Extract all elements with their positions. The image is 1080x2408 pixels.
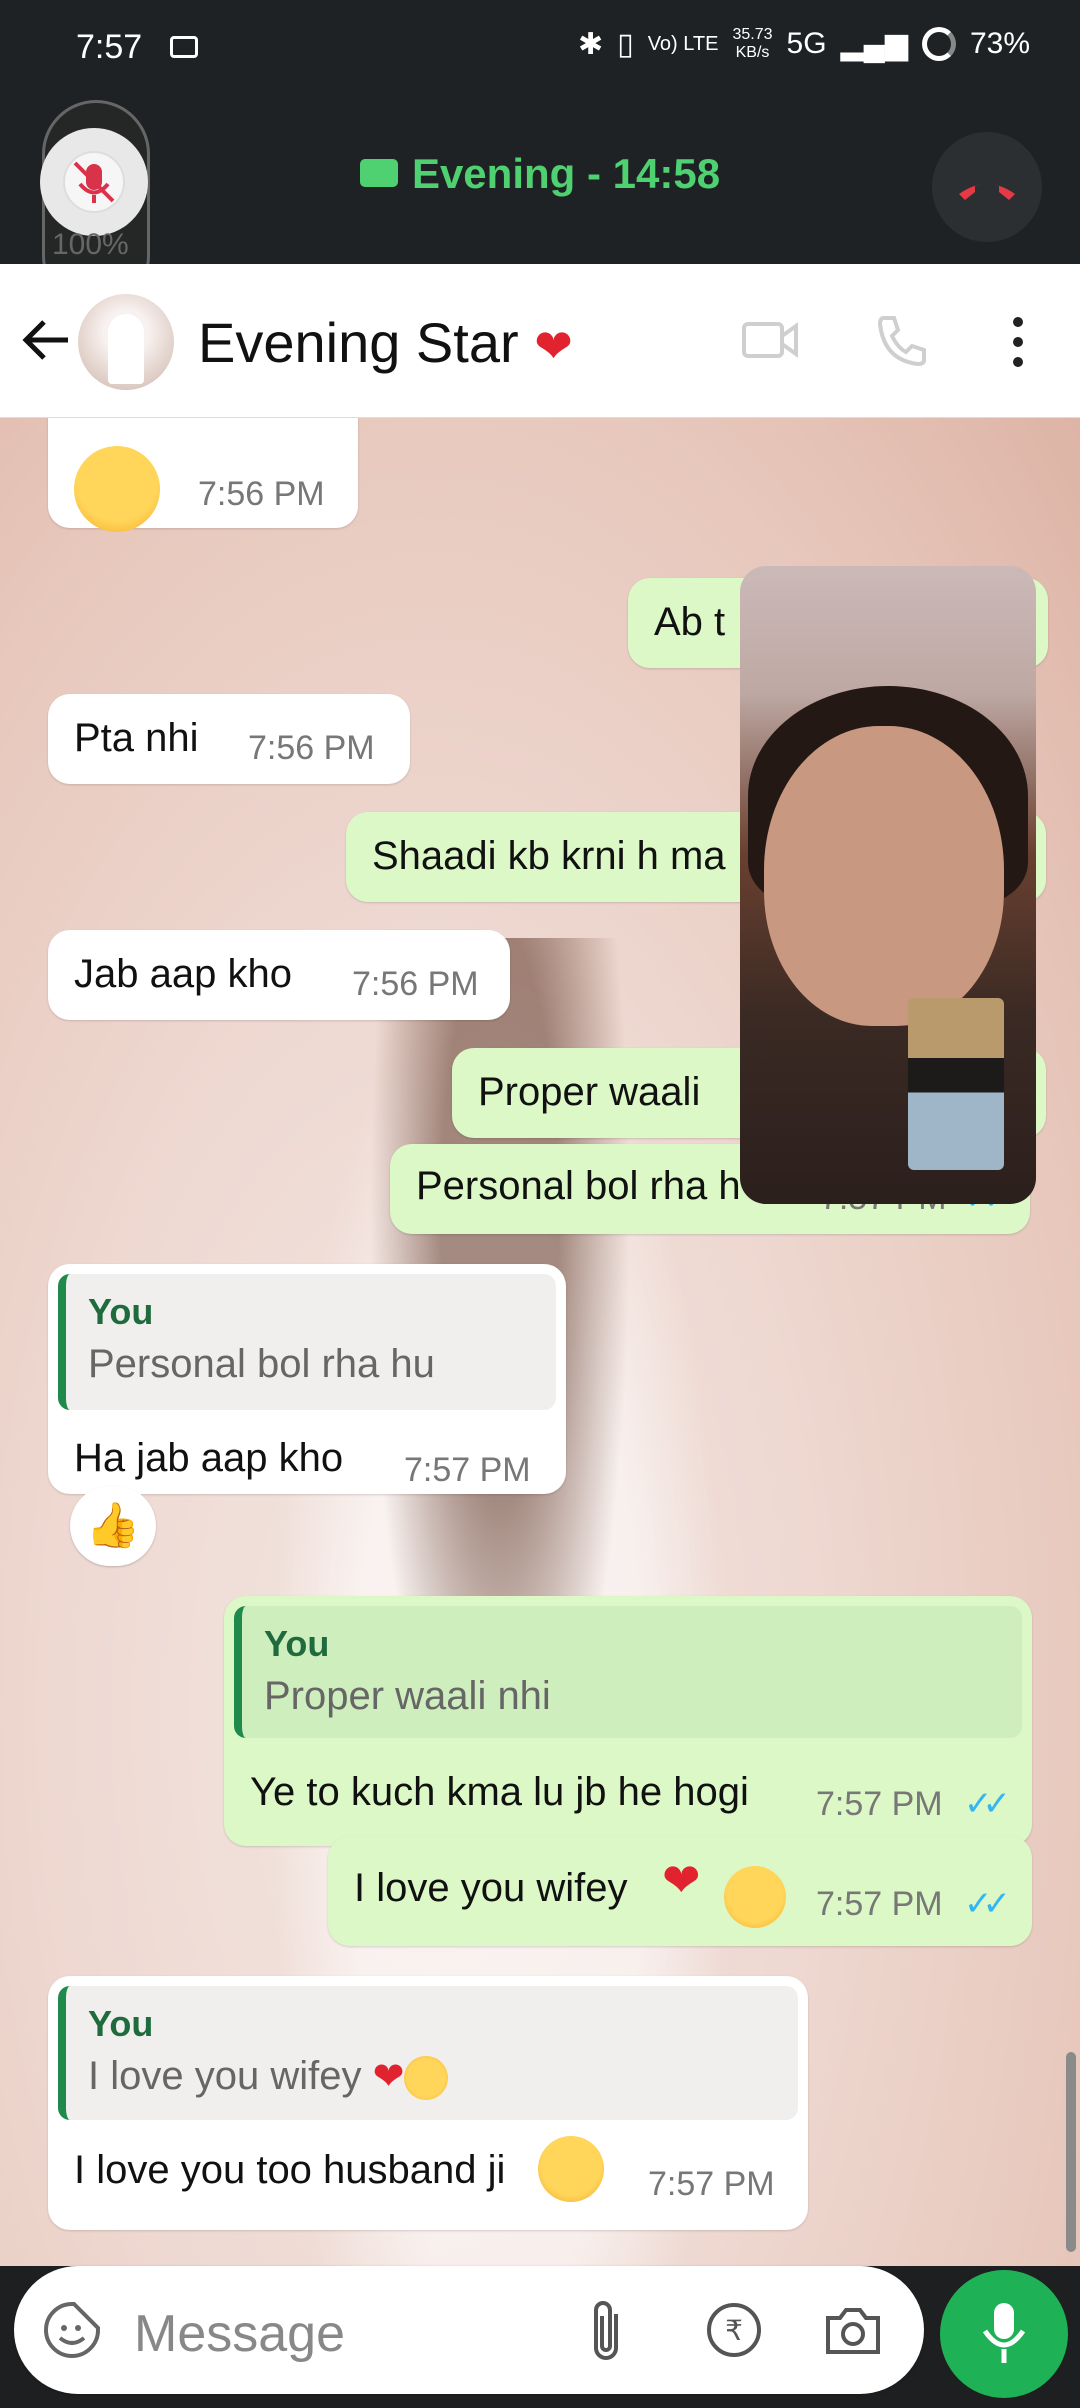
smiling-hearts-emoji-icon bbox=[538, 2136, 604, 2202]
contact-avatar[interactable] bbox=[78, 294, 174, 390]
signal-icon: ▂▄▆ bbox=[840, 27, 908, 61]
message-time: 7:56 PM bbox=[248, 729, 375, 767]
contact-name[interactable]: Evening Star ❤ bbox=[198, 310, 573, 375]
vibrate-icon: ▯ bbox=[617, 27, 634, 61]
bluetooth-icon: ✱ bbox=[578, 27, 604, 61]
self-video-preview[interactable] bbox=[908, 998, 1004, 1170]
kissing-face-emoji-icon bbox=[404, 2056, 449, 2101]
message-text: Jab aap kho bbox=[74, 952, 292, 996]
grinning-sweat-emoji-icon bbox=[74, 446, 160, 532]
quote-text: I love you wifey ❤ bbox=[88, 2052, 776, 2101]
message-time: 7:57 PM bbox=[404, 1451, 531, 1489]
message-text: Ye to kuch kma lu jb he hogi bbox=[250, 1770, 749, 1814]
message-text: Personal bol rha h bbox=[416, 1164, 741, 1208]
quote-author: You bbox=[88, 2003, 154, 2044]
voice-call-icon[interactable] bbox=[874, 312, 930, 368]
message-input[interactable]: Message bbox=[134, 2304, 345, 2364]
message-text: Ha jab aap kho bbox=[74, 1436, 344, 1480]
chat-header: Evening Star ❤ bbox=[0, 264, 1080, 418]
volte-label: Vo) LTE bbox=[647, 32, 719, 55]
network-type: 5G bbox=[786, 27, 827, 60]
message-time: 7:57 PM bbox=[816, 1785, 943, 1823]
message-text: Pta nhi bbox=[74, 716, 199, 760]
heart-emoji-icon: ❤ bbox=[534, 320, 573, 372]
message-time: 7:57 PM bbox=[648, 2165, 775, 2203]
message-time: 7:57 PM bbox=[816, 1885, 943, 1923]
message-text: Shaadi kb krni h ma bbox=[372, 834, 726, 878]
read-ticks-icon: ✓✓ bbox=[964, 1785, 1011, 1823]
quoted-message[interactable]: You Proper waali nhi bbox=[234, 1606, 1022, 1738]
network-speed: 35.73 KB/s bbox=[732, 26, 773, 61]
payment-rupee-icon[interactable]: ₹ bbox=[704, 2300, 764, 2360]
message-in-reply[interactable]: You I love you wifey ❤ I love you too hu… bbox=[48, 1976, 808, 2230]
remote-video-face bbox=[764, 726, 1004, 1026]
heart-emoji-icon: ❤ bbox=[662, 1854, 701, 1906]
end-call-button[interactable] bbox=[932, 132, 1042, 242]
video-call-pip[interactable] bbox=[740, 566, 1036, 1204]
camera-icon[interactable] bbox=[822, 2300, 884, 2360]
more-options-icon[interactable] bbox=[1000, 312, 1036, 372]
video-call-header-icon[interactable] bbox=[740, 312, 800, 368]
status-time: 7:57 bbox=[76, 28, 143, 66]
scroll-indicator[interactable] bbox=[1066, 2052, 1076, 2252]
battery-icon bbox=[921, 27, 956, 61]
message-time: 7:56 PM bbox=[352, 965, 479, 1003]
read-ticks-icon: ✓✓ bbox=[964, 1885, 1011, 1923]
message-in[interactable]: Jab aap kho 7:56 PM bbox=[48, 930, 510, 1020]
thumbs-up-reaction-icon[interactable]: 👍 bbox=[70, 1486, 156, 1566]
ongoing-call-label[interactable]: Evening - 14:58 bbox=[0, 150, 1080, 198]
kissing-face-emoji-icon bbox=[724, 1866, 786, 1928]
message-in-reply[interactable]: You Personal bol rha hu Ha jab aap kho 7… bbox=[48, 1264, 566, 1494]
message-text: I love you too husband ji bbox=[74, 2148, 506, 2192]
heart-emoji-icon: ❤ bbox=[372, 2056, 405, 2098]
message-text: Proper waali bbox=[478, 1070, 701, 1114]
quote-text: Proper waali nhi bbox=[264, 1674, 551, 1718]
message-in[interactable]: Pta nhi 7:56 PM bbox=[48, 694, 410, 784]
volume-percent: 100% bbox=[52, 228, 129, 261]
message-out[interactable]: I love you wifey ❤ 7:57 PM ✓✓ bbox=[328, 1836, 1032, 1946]
quoted-message[interactable]: You I love you wifey ❤ bbox=[58, 1986, 798, 2120]
attach-icon[interactable] bbox=[586, 2296, 626, 2366]
hangup-icon bbox=[959, 184, 1015, 200]
message-input-bar[interactable]: Message ₹ bbox=[14, 2266, 924, 2394]
sticker-icon[interactable] bbox=[42, 2300, 102, 2360]
quoted-message[interactable]: You Personal bol rha hu bbox=[58, 1274, 556, 1410]
message-text: I love you wifey bbox=[354, 1866, 628, 1910]
status-bar: 7:57 ✱ ▯ Vo) LTE 35.73 KB/s 5G ▂▄▆ 73% bbox=[0, 0, 1080, 100]
message-time: 7:56 PM bbox=[198, 475, 325, 513]
mic-icon bbox=[982, 2303, 1026, 2363]
back-arrow-icon[interactable] bbox=[18, 312, 74, 368]
message-text: Ab t bbox=[654, 600, 726, 644]
video-call-icon bbox=[359, 158, 398, 187]
message-out-reply[interactable]: You Proper waali nhi Ye to kuch kma lu j… bbox=[224, 1596, 1032, 1846]
svg-text:₹: ₹ bbox=[725, 2314, 743, 2347]
screen-record-icon bbox=[170, 36, 198, 58]
quote-author: You bbox=[264, 1623, 330, 1664]
call-top-bar: 7:57 ✱ ▯ Vo) LTE 35.73 KB/s 5G ▂▄▆ 73% 10… bbox=[0, 0, 1080, 310]
voice-record-button[interactable] bbox=[940, 2270, 1068, 2398]
quote-text: Personal bol rha hu bbox=[88, 1342, 435, 1386]
message-in-emoji[interactable]: 7:56 PM bbox=[48, 418, 358, 532]
battery-percent: 73% bbox=[969, 27, 1030, 60]
quote-author: You bbox=[88, 1291, 154, 1332]
